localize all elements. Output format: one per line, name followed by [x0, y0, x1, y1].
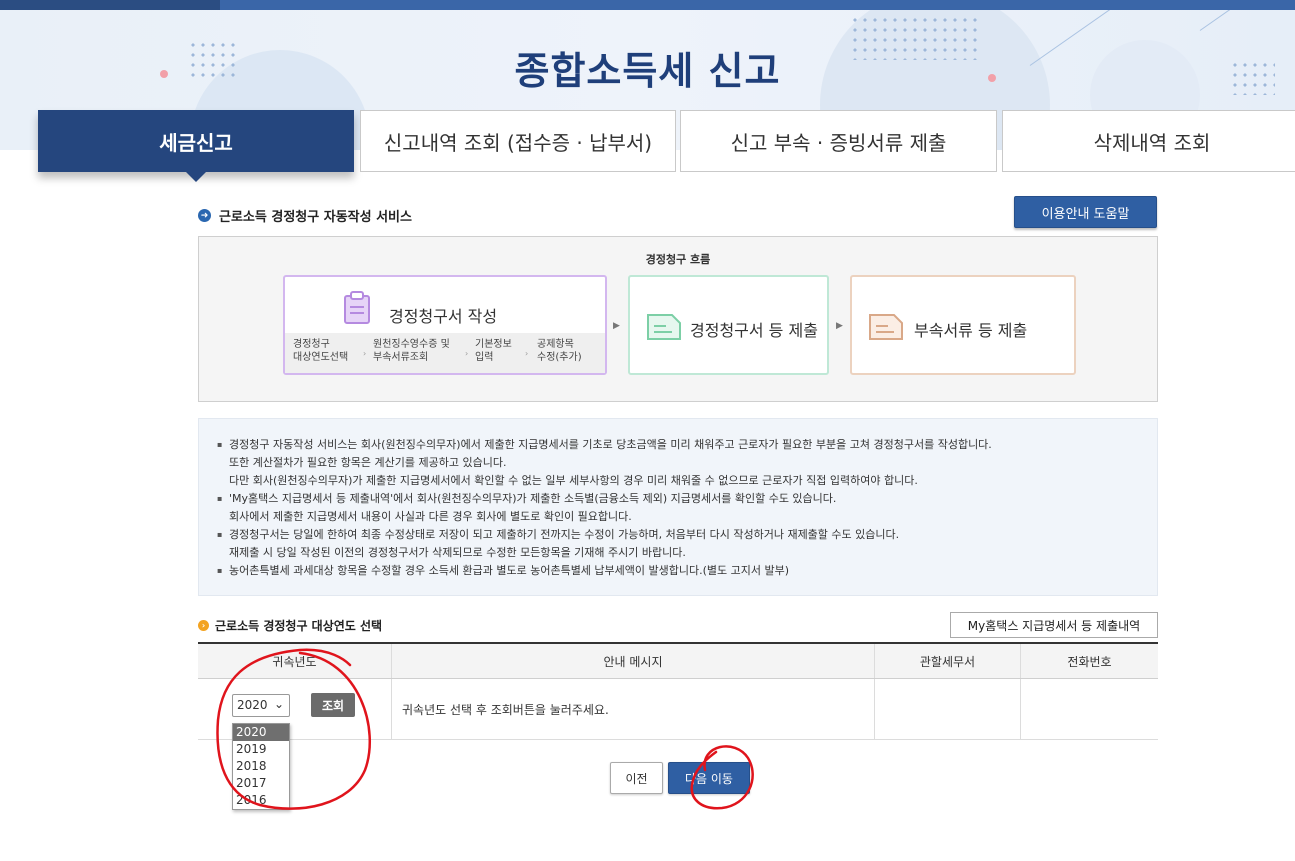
arrow-circle-icon: ➜ — [198, 209, 211, 222]
flow-substeps: 경정청구 대상연도선택 › 원천징수영수증 및 부속서류조회 › 기본정보 입력 › … — [285, 333, 605, 373]
notice-line: 경정청구 자동작성 서비스는 회사(원천징수의무자)에서 제출한 지급명세서를 … — [229, 438, 992, 451]
page-title: 종합소득세 신고 — [514, 49, 781, 93]
year-option[interactable]: 2019 — [233, 741, 289, 758]
substep-deduction-line1: 공제항목 — [537, 339, 574, 350]
year-select[interactable]: 2020 ⌄ — [232, 694, 290, 717]
notice-item: 경정청구서는 당일에 한하여 최종 수정상태로 저장이 되고 제출하기 전까지는… — [217, 526, 1157, 562]
chevron-right-icon: › — [363, 349, 367, 358]
service-heading-text: 근로소득 경정청구 자동작성 서비스 — [219, 210, 412, 225]
notice-box: 경정청구 자동작성 서비스는 회사(원천징수의무자)에서 제출한 지급명세서를 … — [198, 418, 1158, 596]
prev-button[interactable]: 이전 — [610, 762, 663, 794]
substep-withholding-line2: 부속서류조회 — [373, 352, 429, 363]
query-button[interactable]: 조회 — [311, 693, 355, 717]
tab-tax-filing[interactable]: 세금신고 — [38, 110, 354, 172]
year-section-heading-text: 근로소득 경정청구 대상연도 선택 — [215, 619, 383, 633]
substep-basic-info-line1: 기본정보 — [475, 339, 512, 350]
top-bar — [0, 0, 1295, 10]
substep-basic-info: 기본정보입력 — [475, 338, 512, 364]
year-section-heading: › 근로소득 경정청구 대상연도 선택 — [198, 617, 382, 634]
chevron-right-icon: › — [525, 349, 529, 358]
notice-line: 경정청구서는 당일에 한하여 최종 수정상태로 저장이 되고 제출하기 전까지는… — [229, 528, 900, 541]
flow-box: 경정청구 흐름 경정청구서 작성 경정청구 대상연도선택 › 원천징수영수증 및부… — [198, 236, 1158, 402]
flow-arrow-icon: ▶ — [836, 321, 843, 331]
flow-step-attachments: 부속서류 등 제출 — [850, 275, 1076, 375]
flow-arrow-icon: ▶ — [613, 321, 620, 331]
notice-line: 회사에서 제출한 지급명세서 내용이 사실과 다른 경우 회사에 별도로 확인이… — [229, 510, 632, 523]
chevron-right-icon: › — [465, 349, 469, 358]
help-button[interactable]: 이용안내 도움말 — [1014, 196, 1157, 228]
year-select-value: 2020 — [237, 698, 268, 712]
tab-deleted-history[interactable]: 삭제내역 조회 — [1002, 110, 1295, 172]
year-option[interactable]: 2017 — [233, 775, 289, 792]
active-tab-arrow — [186, 172, 206, 182]
substep-deduction: 공제항목수정(추가) — [537, 338, 582, 364]
substep-withholding: 원천징수영수증 및부속서류조회 — [373, 338, 450, 364]
notice-item: 농어촌특별세 과세대상 항목을 수정할 경우 소득세 환급과 별도로 농어촌특별… — [217, 562, 1157, 580]
document-icon — [647, 314, 681, 340]
tab-filing-history[interactable]: 신고내역 조회 (접수증 · 납부서) — [360, 110, 676, 172]
notice-line: 재제출 시 당일 작성된 이전의 경정청구서가 삭제되므로 수정한 모든항목을 … — [229, 546, 686, 559]
substep-withholding-line1: 원천징수영수증 및 — [373, 339, 450, 350]
substep-basic-info-line2: 입력 — [475, 352, 494, 363]
year-dropdown: 2020 2019 2018 2017 2016 — [232, 723, 290, 810]
flow-step-submit: 경정청구서 등 제출 — [628, 275, 829, 375]
col-header-phone: 전화번호 — [1020, 642, 1158, 679]
message-cell: 귀속년도 선택 후 조회버튼을 눌러주세요. — [391, 678, 875, 740]
tab-attachment-submit[interactable]: 신고 부속 · 증빙서류 제출 — [680, 110, 997, 172]
year-option[interactable]: 2020 — [233, 724, 289, 741]
col-header-message: 안내 메시지 — [391, 642, 875, 679]
document-icon — [869, 314, 903, 340]
chevron-down-icon: ⌄ — [273, 697, 284, 711]
clipboard-icon — [344, 291, 370, 324]
notice-line: 다만 회사(원천징수의무자)가 제출한 지급명세서에서 확인할 수 없는 일부 … — [229, 474, 918, 487]
next-button[interactable]: 다음 이동 — [668, 762, 750, 794]
notice-line: 농어촌특별세 과세대상 항목을 수정할 경우 소득세 환급과 별도로 농어촌특별… — [229, 564, 790, 577]
col-header-tax-office: 관할세무서 — [874, 642, 1021, 679]
year-cell — [198, 678, 392, 740]
table-header-row: 귀속년도 안내 메시지 관할세무서 전화번호 — [198, 642, 1158, 679]
flow-step-write: 경정청구서 작성 경정청구 대상연도선택 › 원천징수영수증 및 부속서류조회 › … — [283, 275, 607, 375]
notice-item: 'My홈택스 지급명세서 등 제출내역'에서 회사(원천징수의무자)가 제출한 … — [217, 490, 1157, 526]
flow-step-attachments-label: 부속서류 등 제출 — [914, 321, 1028, 340]
col-header-year: 귀속년도 — [198, 642, 392, 679]
phone-cell — [1020, 678, 1158, 740]
notice-line: 또한 계산절차가 필요한 항목은 계산기를 제공하고 있습니다. — [229, 456, 507, 469]
service-heading: ➜ 근로소득 경정청구 자동작성 서비스 — [198, 206, 412, 225]
substep-year-line2: 대상연도선택 — [293, 352, 349, 363]
notice-line: 'My홈택스 지급명세서 등 제출내역'에서 회사(원천징수의무자)가 제출한 … — [229, 492, 837, 505]
year-table: 귀속년도 안내 메시지 관할세무서 전화번호 귀속년도 선택 후 조회버튼을 눌… — [198, 642, 1158, 740]
flow-step-write-label: 경정청구서 작성 — [389, 307, 498, 326]
substep-deduction-line2: 수정(추가) — [537, 352, 582, 363]
flow-step-submit-label: 경정청구서 등 제출 — [690, 321, 818, 340]
notice-item: 경정청구 자동작성 서비스는 회사(원천징수의무자)에서 제출한 지급명세서를 … — [217, 436, 1157, 490]
substep-year-line1: 경정청구 — [293, 339, 330, 350]
tax-office-cell — [874, 678, 1021, 740]
arrow-circle-icon: › — [198, 620, 209, 631]
mytax-statement-button[interactable]: My홈택스 지급명세서 등 제출내역 — [950, 612, 1158, 638]
year-option[interactable]: 2016 — [233, 792, 289, 809]
substep-year: 경정청구대상연도선택 — [293, 338, 348, 364]
flow-title: 경정청구 흐름 — [645, 253, 711, 266]
year-option[interactable]: 2018 — [233, 758, 289, 775]
